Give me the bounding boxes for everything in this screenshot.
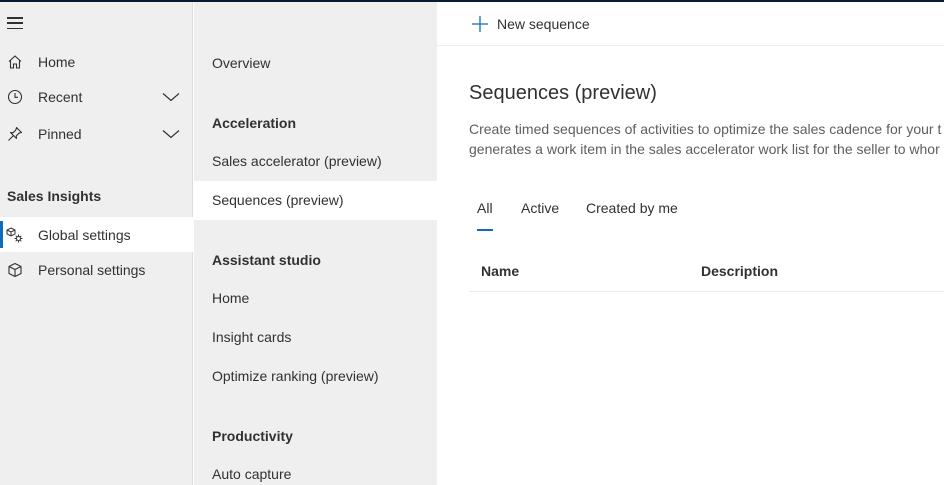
tab-created-by-me[interactable]: Created by me <box>586 200 678 234</box>
subnav-item-optimize-ranking[interactable]: Optimize ranking (preview) <box>194 357 437 396</box>
subnav-item-insight-cards[interactable]: Insight cards <box>194 318 437 357</box>
new-sequence-label: New sequence <box>497 16 590 32</box>
nav-item-global-settings[interactable]: Global settings <box>0 217 193 252</box>
chevron-down-icon[interactable] <box>162 126 180 142</box>
subnav-item-overview[interactable]: Overview <box>194 44 437 83</box>
hamburger-menu-icon[interactable] <box>7 17 23 29</box>
subnav-item-sequences[interactable]: Sequences (preview) <box>194 181 437 220</box>
plus-icon <box>472 16 488 32</box>
subnav-item-auto-capture[interactable]: Auto capture <box>194 455 437 485</box>
left-navigation: Home Recent Pinned Sales Insights Global… <box>0 2 193 485</box>
pin-icon <box>6 125 24 143</box>
page-title: Sequences (preview) <box>469 82 657 104</box>
description-line: Create timed sequences of activities to … <box>469 121 942 137</box>
settings-subnav: Overview Acceleration Sales accelerator … <box>194 2 437 485</box>
home-icon <box>6 53 24 71</box>
cube-icon <box>6 261 24 279</box>
nav-item-label: Pinned <box>38 125 82 142</box>
nav-item-label: Personal settings <box>38 261 146 278</box>
chevron-down-icon[interactable] <box>162 89 180 105</box>
column-header-name[interactable]: Name <box>481 263 519 279</box>
column-header-description[interactable]: Description <box>701 263 778 279</box>
subnav-heading-acceleration: Acceleration <box>212 115 297 131</box>
section-title: Sales Insights <box>7 188 102 204</box>
main-content: New sequence Sequences (preview) Create … <box>437 2 944 485</box>
grid-header: Name Description <box>469 255 944 292</box>
subnav-heading-productivity: Productivity <box>212 428 293 444</box>
nav-item-label: Home <box>38 53 76 70</box>
nav-item-recent[interactable]: Recent <box>0 79 193 114</box>
subnav-item-assistant-home[interactable]: Home <box>194 279 437 318</box>
nav-item-label: Recent <box>38 88 83 105</box>
tab-active[interactable]: Active <box>521 200 559 234</box>
description-line: generates a work item in the sales accel… <box>469 141 940 157</box>
new-sequence-button[interactable]: New sequence <box>471 14 590 34</box>
nav-item-personal-settings[interactable]: Personal settings <box>0 252 193 287</box>
global-settings-icon <box>6 226 24 244</box>
subnav-item-sales-accelerator[interactable]: Sales accelerator (preview) <box>194 142 437 181</box>
nav-item-label: Global settings <box>38 226 131 243</box>
nav-item-home[interactable]: Home <box>0 44 193 79</box>
page-description: Create timed sequences of activities to … <box>469 119 944 159</box>
command-bar: New sequence <box>437 2 944 46</box>
tab-all[interactable]: All <box>477 200 493 234</box>
clock-icon <box>6 88 24 106</box>
nav-item-pinned[interactable]: Pinned <box>0 116 193 151</box>
subnav-heading-assistant-studio: Assistant studio <box>212 252 321 268</box>
